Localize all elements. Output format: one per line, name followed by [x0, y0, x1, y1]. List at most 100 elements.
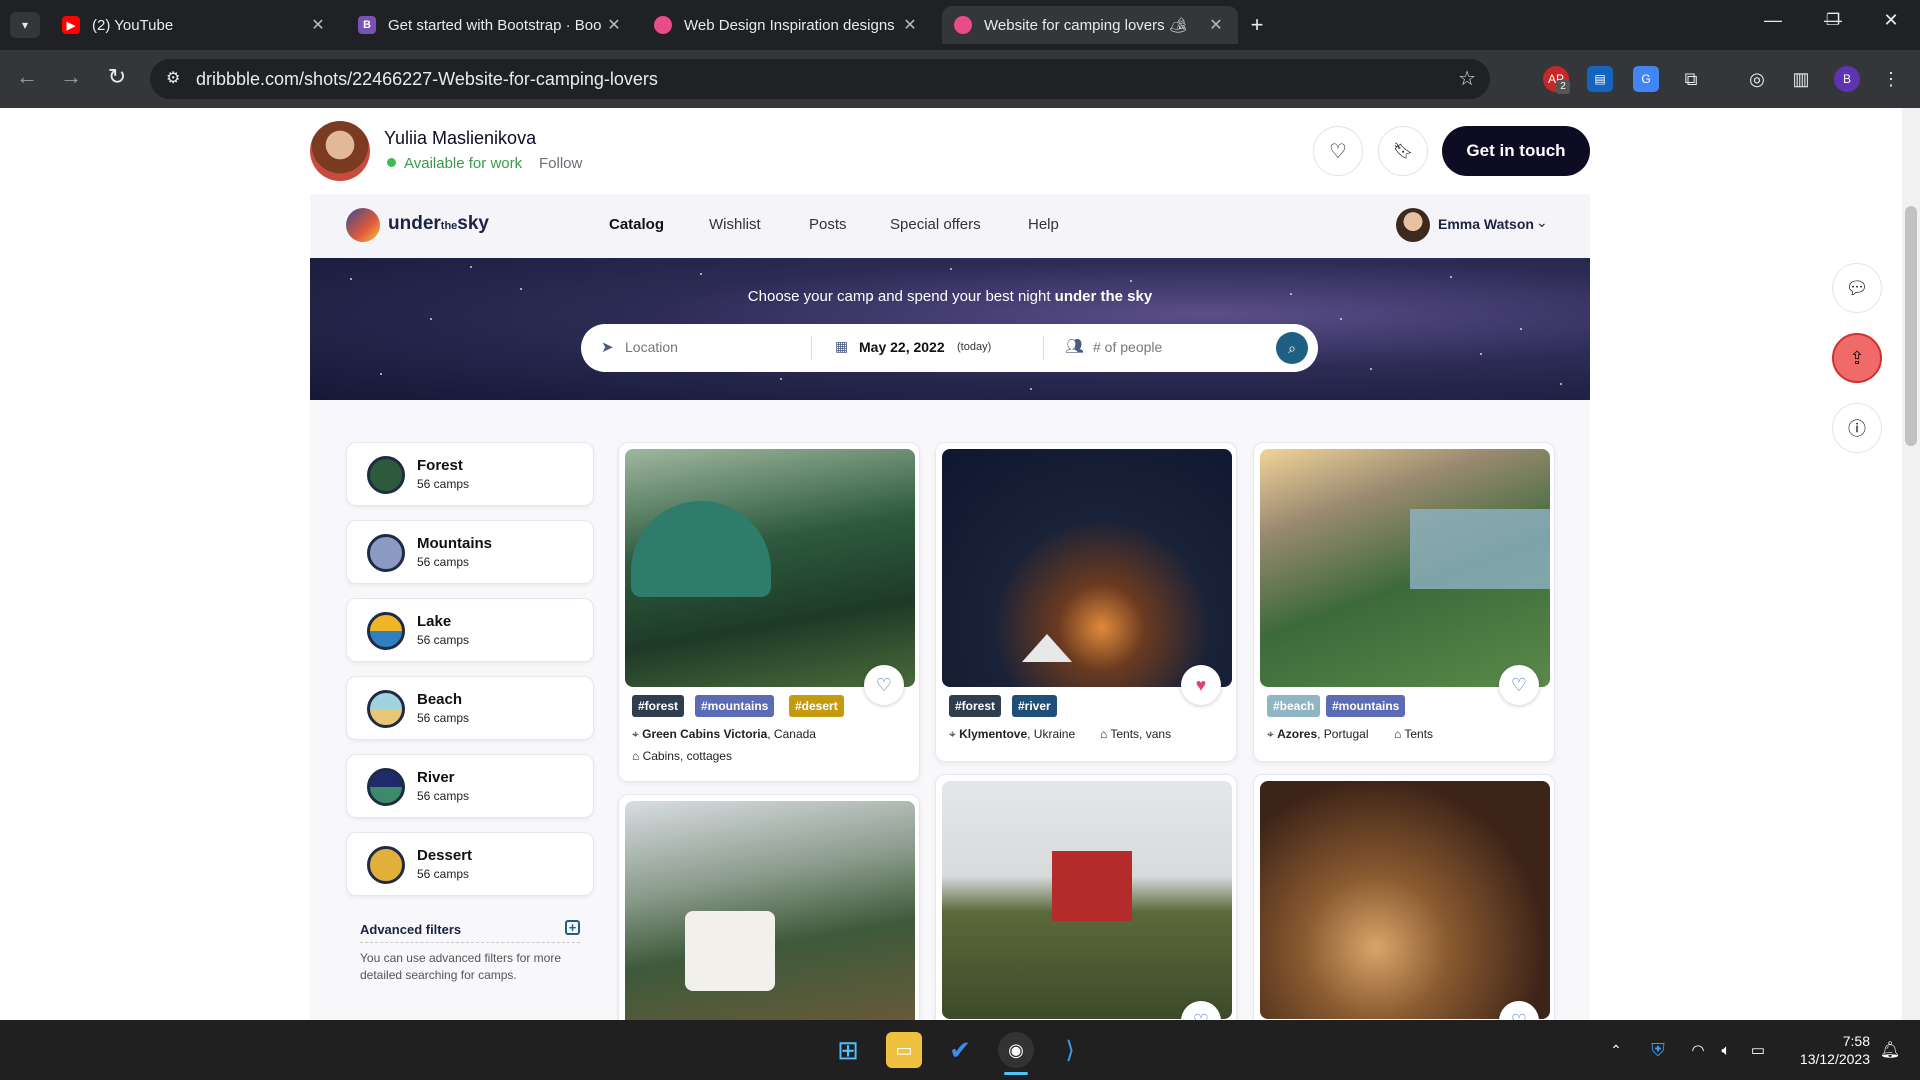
nav-posts[interactable]: Posts: [809, 216, 847, 233]
camp-card[interactable]: ♥ #forest #river ⌖ Klymentove, Ukraine ⌂…: [935, 442, 1237, 762]
author-name[interactable]: Yuliia Maslienikova: [384, 128, 536, 149]
expand-plus-icon[interactable]: +: [565, 920, 580, 935]
todo-check-icon[interactable]: ✔: [942, 1032, 978, 1068]
performance-icon[interactable]: ◎: [1744, 66, 1770, 92]
tag-desert[interactable]: #desert: [789, 695, 844, 717]
people-field[interactable]: # of people: [1093, 339, 1162, 355]
tab-search-icon[interactable]: ▾: [10, 12, 40, 38]
scrollbar-thumb[interactable]: [1905, 206, 1917, 446]
category-mountains[interactable]: Mountains 56 camps: [346, 520, 594, 584]
reader-extension-icon[interactable]: ▤: [1587, 66, 1613, 92]
windows-taskbar: ⊞ ▭ ✔ ◉ ⟩ ⌃ ⛨ ◠ 🔈︎ ▭ 7:58 13/12/2023 🔔︎: [0, 1020, 1920, 1080]
system-clock[interactable]: 7:58 13/12/2023: [1790, 1032, 1870, 1068]
windows-start-icon[interactable]: ⊞: [830, 1032, 866, 1068]
address-bar[interactable]: ⚙ dribbble.com/shots/22466227-Website-fo…: [150, 59, 1490, 99]
tent-shape: [1022, 634, 1072, 662]
save-button[interactable]: 🔖︎: [1378, 126, 1428, 176]
search-button[interactable]: ⌕: [1276, 332, 1308, 364]
location-field[interactable]: Location: [625, 339, 678, 355]
vscode-icon[interactable]: ⟩: [1052, 1032, 1088, 1068]
url-text: dribbble.com/shots/22466227-Website-for-…: [196, 68, 658, 89]
tag-beach[interactable]: #beach: [1267, 695, 1321, 717]
shot-preview: underthesky Catalog Wishlist Posts Speci…: [310, 194, 1590, 1020]
close-icon[interactable]: ✕: [900, 15, 920, 35]
extensions-puzzle-icon[interactable]: ⧉: [1678, 66, 1704, 92]
camp-card[interactable]: ♡ #forest #mountains #desert ⌖ Green Cab…: [618, 442, 920, 782]
close-icon[interactable]: ✕: [1206, 15, 1226, 35]
reload-icon[interactable]: ↻: [102, 64, 132, 90]
camp-card[interactable]: ♡: [935, 774, 1237, 1020]
back-icon[interactable]: ←: [12, 64, 42, 90]
profile-avatar[interactable]: B: [1834, 66, 1860, 92]
menu-kebab-icon[interactable]: ⋮: [1878, 66, 1904, 92]
date-field[interactable]: May 22, 2022: [859, 339, 945, 355]
close-icon[interactable]: ✕: [308, 15, 328, 35]
tag-forest[interactable]: #forest: [949, 695, 1002, 717]
nav-catalog[interactable]: Catalog: [609, 216, 664, 233]
tag-forest[interactable]: #forest: [632, 695, 685, 717]
dribbble-icon: [654, 16, 672, 34]
mountains-icon: [367, 534, 405, 572]
bookmark-star-icon[interactable]: ☆: [1458, 66, 1476, 91]
search-icon: ⌕: [1288, 339, 1296, 356]
chat-bubble-icon: 💬︎: [1845, 277, 1869, 298]
restore-icon[interactable]: ❐: [1818, 10, 1848, 30]
availability-dot: [387, 158, 396, 167]
forward-icon[interactable]: →: [56, 64, 86, 90]
camp-card[interactable]: ♡: [1253, 774, 1555, 1020]
category-dessert[interactable]: Dessert 56 camps: [346, 832, 594, 896]
chevron-up-icon[interactable]: ⌃: [1598, 1032, 1634, 1068]
user-avatar[interactable]: [1396, 208, 1430, 242]
category-lake[interactable]: Lake 56 camps: [346, 598, 594, 662]
chrome-icon[interactable]: ◉: [998, 1032, 1034, 1068]
tag-river[interactable]: #river: [1012, 695, 1057, 717]
minimize-icon[interactable]: —: [1758, 10, 1788, 31]
wishlist-heart-button[interactable]: ♡: [1499, 665, 1539, 705]
side-panel-icon[interactable]: ▥: [1788, 66, 1814, 92]
availability-text[interactable]: Available for work: [404, 155, 522, 172]
info-button[interactable]: ⓘ: [1832, 403, 1882, 453]
wishlist-heart-button-active[interactable]: ♥: [1181, 665, 1221, 705]
category-beach[interactable]: Beach 56 camps: [346, 676, 594, 740]
battery-icon[interactable]: ▭: [1740, 1032, 1776, 1068]
tab-youtube[interactable]: ▶ (2) YouTube ✕: [50, 6, 340, 44]
follow-link[interactable]: Follow: [539, 155, 582, 172]
tab-camping-active[interactable]: Website for camping lovers 🏕 ✕: [942, 6, 1238, 44]
page-scrollbar[interactable]: [1902, 108, 1920, 1020]
window-close-icon[interactable]: ✕: [1876, 10, 1906, 31]
camp-card[interactable]: [618, 794, 920, 1020]
tag-mountains[interactable]: #mountains: [695, 695, 775, 717]
category-name: Lake: [417, 613, 452, 630]
defender-shield-icon[interactable]: ⛨: [1640, 1032, 1676, 1068]
translate-extension-icon[interactable]: G: [1633, 66, 1659, 92]
comments-button[interactable]: 💬︎: [1832, 263, 1882, 313]
like-button[interactable]: ♡: [1313, 126, 1363, 176]
nav-special-offers[interactable]: Special offers: [890, 216, 981, 233]
camp-location: ⌖ Green Cabins Victoria, Canada: [632, 727, 816, 741]
notification-bell-icon[interactable]: 🔔︎: [1872, 1032, 1908, 1068]
camp-card[interactable]: ♡ #beach #mountains ⌖ Azores, Portugal ⌂…: [1253, 442, 1555, 762]
tag-mountains[interactable]: #mountains: [1326, 695, 1406, 717]
tab-dribbble-inspiration[interactable]: Web Design Inspiration designs ✕: [642, 6, 932, 44]
chevron-down-icon[interactable]: ⌄: [1536, 214, 1548, 231]
mug-shape: [685, 911, 775, 991]
share-button[interactable]: ⇪: [1832, 333, 1882, 383]
clock-date: 13/12/2023: [1799, 1051, 1870, 1067]
author-avatar[interactable]: [310, 121, 370, 181]
get-in-touch-button[interactable]: Get in touch: [1442, 126, 1590, 176]
tab-bootstrap[interactable]: B Get started with Bootstrap · Boo ✕: [346, 6, 636, 44]
file-explorer-icon[interactable]: ▭: [886, 1032, 922, 1068]
wishlist-heart-button[interactable]: ♡: [864, 665, 904, 705]
site-info-icon[interactable]: ⚙: [166, 68, 180, 88]
volume-icon[interactable]: 🔈︎: [1708, 1032, 1744, 1068]
category-forest[interactable]: Forest 56 camps: [346, 442, 594, 506]
category-name: Dessert: [417, 847, 473, 864]
nav-help[interactable]: Help: [1028, 216, 1059, 233]
category-river[interactable]: River 56 camps: [346, 754, 594, 818]
hero-banner: Choose your camp and spend your best nig…: [310, 258, 1590, 400]
user-name[interactable]: Emma Watson: [1438, 216, 1534, 232]
new-tab-button[interactable]: +: [1242, 12, 1272, 38]
calendar-icon: ▦: [835, 338, 849, 354]
nav-wishlist[interactable]: Wishlist: [709, 216, 761, 233]
close-icon[interactable]: ✕: [604, 15, 624, 35]
